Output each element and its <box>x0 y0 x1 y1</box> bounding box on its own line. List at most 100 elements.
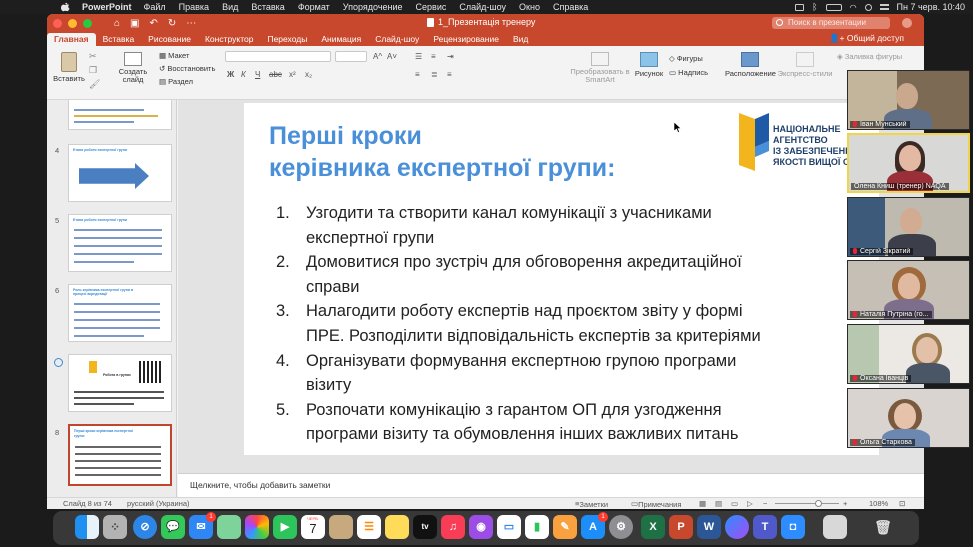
normal-view-icon[interactable]: ▦ <box>699 499 706 508</box>
format-painter-icon[interactable]: 🖌 <box>89 79 100 90</box>
facetime-icon[interactable]: ▶ <box>273 515 297 539</box>
new-slide-button[interactable]: Создать слайд <box>111 52 155 84</box>
bullets-icon[interactable]: ☰ <box>415 52 422 61</box>
messenger-icon[interactable] <box>725 515 749 539</box>
screen-mirror-icon[interactable] <box>795 3 805 11</box>
sorter-view-icon[interactable]: ▤ <box>715 499 722 508</box>
safari-icon[interactable]: ⊘ <box>133 515 157 539</box>
app-store-icon[interactable]: A1 <box>581 512 608 539</box>
podcasts-icon[interactable]: ◉ <box>469 515 493 539</box>
profile-icon[interactable] <box>902 18 912 28</box>
wifi-icon[interactable]: ◠ <box>850 3 857 12</box>
paste-button[interactable]: Вставить <box>51 52 87 83</box>
indent-icon[interactable]: ⇥ <box>447 52 454 61</box>
notes-toggle-button[interactable]: ≡ Заметки <box>575 499 608 509</box>
align-center-icon[interactable]: ≣ <box>431 70 438 79</box>
contacts-icon[interactable] <box>329 515 353 539</box>
font-size-input[interactable] <box>335 51 367 62</box>
menu-file[interactable]: Файл <box>144 2 166 12</box>
slide-editor[interactable]: Перші кроки керівника експертної групи: … <box>178 100 924 473</box>
home-icon[interactable]: ⌂ <box>114 18 120 29</box>
superscript-button[interactable]: x² <box>289 70 296 79</box>
control-center-icon[interactable] <box>879 4 889 10</box>
zoom-out-icon[interactable]: − <box>763 499 767 508</box>
textbox-button[interactable]: ▭ Надпись <box>669 66 708 80</box>
bold-button[interactable]: Ж <box>227 70 234 79</box>
trash-icon[interactable]: 🗑 <box>871 515 895 539</box>
bluetooth-icon[interactable]: ᛒ <box>812 2 817 12</box>
fit-slide-icon[interactable]: ⊡ <box>899 499 905 508</box>
menu-slideshow[interactable]: Слайд-шоу <box>459 2 506 12</box>
maps-icon[interactable] <box>217 515 241 539</box>
minimize-window-button[interactable] <box>68 18 77 28</box>
menu-format[interactable]: Формат <box>298 2 330 12</box>
participant-tile[interactable]: Оксана Іванців <box>847 324 970 384</box>
align-right-icon[interactable]: ≡ <box>447 70 452 79</box>
downloads-stack-icon[interactable] <box>823 515 847 539</box>
redo-icon[interactable]: ↻ <box>168 18 176 29</box>
zoom-slider[interactable] <box>775 503 839 504</box>
tab-animations[interactable]: Анимация <box>314 33 368 46</box>
notes-pane[interactable]: Щелкните, чтобы добавить заметки <box>178 473 924 497</box>
pages-icon[interactable]: ✎ <box>553 515 577 539</box>
menu-insert[interactable]: Вставка <box>251 2 284 12</box>
tab-transitions[interactable]: Переходы <box>260 33 314 46</box>
tab-draw[interactable]: Рисование <box>141 33 198 46</box>
slide-thumbnail[interactable]: Роль керівника експертної групи в процес… <box>68 284 172 342</box>
arrange-button[interactable]: Расположение <box>725 52 776 78</box>
launchpad-icon[interactable]: ⁘ <box>103 515 127 539</box>
tab-review[interactable]: Рецензирование <box>426 33 506 46</box>
tab-insert[interactable]: Вставка <box>96 33 142 46</box>
battery-icon[interactable] <box>825 3 842 11</box>
messages-icon[interactable]: 💬 <box>161 515 185 539</box>
quick-styles-button[interactable]: Экспресс-стили <box>777 52 833 78</box>
picture-button[interactable]: Рисунок <box>633 52 665 78</box>
shrink-font-icon[interactable]: A˅ <box>387 52 397 61</box>
word-icon[interactable]: W <box>697 515 721 539</box>
mail-icon[interactable]: ✉ 1 <box>189 512 216 539</box>
reading-view-icon[interactable]: ▭ <box>731 499 738 508</box>
zoom-icon[interactable]: ◘ <box>781 515 805 539</box>
keynote-icon[interactable]: ▭ <box>497 515 521 539</box>
search-input[interactable]: Поиск в презентации <box>772 17 890 29</box>
section-button[interactable]: ▤ Раздел <box>159 75 215 88</box>
menu-tools[interactable]: Сервис <box>416 2 447 12</box>
excel-icon[interactable]: X <box>641 515 665 539</box>
tab-design[interactable]: Конструктор <box>198 33 260 46</box>
slide-thumbnail-selected[interactable]: Перші кроки керівника експертної групи: <box>68 424 172 486</box>
convert-smartart-button[interactable]: Преобразовать в SmartArt <box>567 52 633 84</box>
music-icon[interactable]: ♫ <box>441 515 465 539</box>
tab-slideshow[interactable]: Слайд-шоу <box>368 33 426 46</box>
menu-app-name[interactable]: PowerPoint <box>82 2 132 12</box>
menu-edit[interactable]: Правка <box>179 2 209 12</box>
language-indicator[interactable]: русский (Украина) <box>127 499 190 508</box>
font-name-input[interactable] <box>225 51 331 62</box>
more-icon[interactable]: ⋯ <box>186 18 196 29</box>
powerpoint-icon[interactable]: P <box>669 515 693 539</box>
save-icon[interactable]: ▣ <box>130 18 139 29</box>
zoom-in-icon[interactable]: + <box>843 499 847 508</box>
finder-icon[interactable] <box>75 515 99 539</box>
shapes-button[interactable]: ◇ Фигуры <box>669 52 708 66</box>
participant-tile[interactable]: Ольга Старкова <box>847 388 970 448</box>
photos-icon[interactable] <box>245 515 269 539</box>
subscript-button[interactable]: x₂ <box>305 70 312 79</box>
layout-button[interactable]: ▦ Макет <box>159 49 215 62</box>
reset-button[interactable]: ↺ Восстановить <box>159 62 215 75</box>
menu-clock[interactable]: Пн 7 черв. 10:40 <box>897 2 965 12</box>
menu-arrange[interactable]: Упорядочение <box>343 2 403 12</box>
copy-icon[interactable]: ❐ <box>89 65 97 76</box>
apple-tv-icon[interactable]: tv <box>413 515 437 539</box>
slide-thumbnail[interactable]: Етапи роботи експертної групи <box>68 144 172 202</box>
menu-view[interactable]: Вид <box>222 2 238 12</box>
menu-window[interactable]: Окно <box>519 2 540 12</box>
underline-button[interactable]: Ч <box>255 70 260 79</box>
grow-font-icon[interactable]: A^ <box>373 52 382 61</box>
share-button[interactable]: 👤+ Общий доступ <box>829 33 904 44</box>
system-preferences-icon[interactable]: ⚙ <box>609 515 633 539</box>
participant-tile[interactable]: Наталія Путріна (го... <box>847 260 970 320</box>
cut-icon[interactable]: ✂ <box>89 51 97 62</box>
slide-thumbnails-panel[interactable]: 4 Етапи роботи експертної групи 5 Етапи … <box>47 100 177 497</box>
numbering-icon[interactable]: ≡ <box>431 52 436 61</box>
shape-fill-button[interactable]: ◈ Заливка фигуры <box>837 52 902 61</box>
